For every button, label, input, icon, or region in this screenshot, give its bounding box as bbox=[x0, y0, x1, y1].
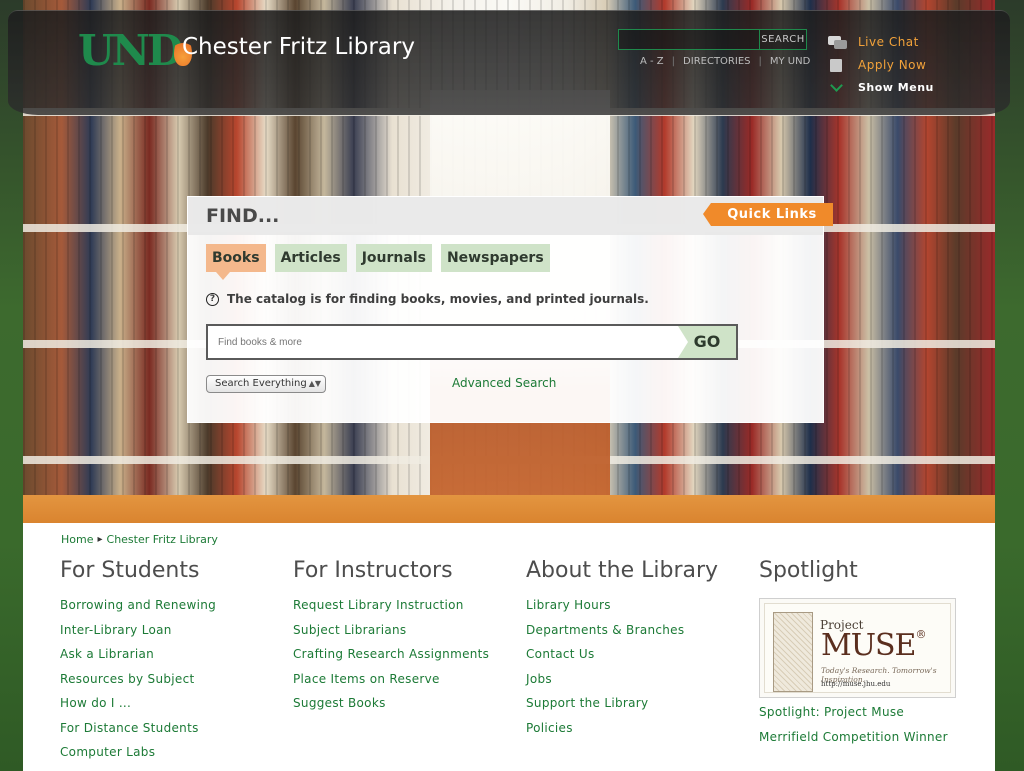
side-links: Live Chat Apply Now Show Menu bbox=[828, 30, 934, 99]
utility-link-my-und[interactable]: MY UND bbox=[762, 56, 818, 67]
catalog-search: GO bbox=[206, 324, 738, 360]
column-heading: For Students bbox=[60, 558, 200, 583]
tab-articles[interactable]: Articles bbox=[274, 244, 347, 272]
catalog-search-input[interactable] bbox=[208, 326, 678, 358]
link-policies[interactable]: Policies bbox=[526, 721, 746, 746]
breadcrumb-home[interactable]: Home bbox=[61, 533, 93, 546]
catalog-help-text: The catalog is for finding books, movies… bbox=[227, 292, 649, 306]
link-library-hours[interactable]: Library Hours bbox=[526, 598, 746, 623]
link-borrowing-renewing[interactable]: Borrowing and Renewing bbox=[60, 598, 280, 623]
search-scope-select[interactable]: Search Everything ▲▼ bbox=[206, 375, 326, 393]
link-departments-branches[interactable]: Departments & Branches bbox=[526, 623, 746, 648]
search-scope-value: Search Everything bbox=[215, 378, 307, 389]
utility-link-a-z[interactable]: A - Z bbox=[640, 56, 672, 67]
find-tabs: Books Articles Journals Newspapers bbox=[206, 244, 550, 280]
muse-line2: MUSE bbox=[821, 628, 916, 663]
chat-icon bbox=[828, 34, 848, 50]
link-resources-by-subject[interactable]: Resources by Subject bbox=[60, 672, 280, 697]
column-about-library: About the Library Library Hours Departme… bbox=[526, 558, 746, 745]
apply-now-link[interactable]: Apply Now bbox=[828, 53, 934, 76]
link-suggest-books[interactable]: Suggest Books bbox=[293, 696, 513, 721]
select-arrows-icon: ▲▼ bbox=[308, 379, 321, 388]
muse-logo-text: MUSE® bbox=[821, 628, 926, 663]
show-menu-toggle[interactable]: Show Menu bbox=[828, 76, 934, 99]
catalog-help: ? The catalog is for finding books, movi… bbox=[206, 292, 649, 306]
advanced-search-link[interactable]: Advanced Search bbox=[452, 376, 556, 390]
project-muse-frame: Project MUSE® Today's Research. Tomorrow… bbox=[764, 603, 951, 693]
utility-links: A - Z | DIRECTORIES | MY UND bbox=[640, 56, 818, 67]
site-title[interactable]: Chester Fritz Library bbox=[182, 34, 415, 60]
column-heading: For Instructors bbox=[293, 558, 453, 583]
link-spotlight-project-muse[interactable]: Spotlight: Project Muse bbox=[759, 705, 999, 730]
link-support-library[interactable]: Support the Library bbox=[526, 696, 746, 721]
breadcrumb: Home ▸ Chester Fritz Library bbox=[61, 533, 218, 546]
link-request-instruction[interactable]: Request Library Instruction bbox=[293, 598, 513, 623]
muse-illustration bbox=[773, 612, 813, 692]
find-title: FIND... bbox=[206, 205, 280, 227]
column-heading: About the Library bbox=[526, 558, 719, 583]
live-chat-link[interactable]: Live Chat bbox=[828, 30, 934, 53]
link-contact-us[interactable]: Contact Us bbox=[526, 647, 746, 672]
tab-books[interactable]: Books bbox=[206, 244, 266, 280]
und-logo[interactable]: UND bbox=[78, 28, 194, 74]
link-distance-students[interactable]: For Distance Students bbox=[60, 721, 280, 746]
breadcrumb-current[interactable]: Chester Fritz Library bbox=[107, 533, 218, 546]
utility-link-directories[interactable]: DIRECTORIES bbox=[675, 56, 758, 67]
link-inter-library-loan[interactable]: Inter-Library Loan bbox=[60, 623, 280, 648]
tab-newspapers[interactable]: Newspapers bbox=[440, 244, 550, 272]
link-computer-labs[interactable]: Computer Labs bbox=[60, 745, 280, 770]
site-search-input[interactable] bbox=[619, 30, 759, 49]
quick-links-button[interactable]: Quick Links bbox=[703, 203, 833, 226]
tab-journals[interactable]: Journals bbox=[355, 244, 432, 272]
link-merrifield-winner[interactable]: Merrifield Competition Winner bbox=[759, 730, 999, 755]
project-muse-image[interactable]: Project MUSE® Today's Research. Tomorrow… bbox=[759, 598, 956, 698]
apply-icon bbox=[828, 57, 848, 73]
link-place-reserve[interactable]: Place Items on Reserve bbox=[293, 672, 513, 697]
link-crafting-research[interactable]: Crafting Research Assignments bbox=[293, 647, 513, 672]
column-for-students: For Students Borrowing and Renewing Inte… bbox=[60, 558, 280, 770]
breadcrumb-separator-icon: ▸ bbox=[97, 534, 103, 545]
column-for-instructors: For Instructors Request Library Instruct… bbox=[293, 558, 513, 721]
live-chat-label: Live Chat bbox=[858, 34, 919, 49]
apply-now-label: Apply Now bbox=[858, 57, 927, 72]
column-spotlight: Spotlight Project MUSE® Today's Research… bbox=[759, 558, 999, 754]
link-ask-a-librarian[interactable]: Ask a Librarian bbox=[60, 647, 280, 672]
und-logo-text: UND bbox=[78, 26, 183, 75]
hero-floor-band bbox=[23, 495, 995, 525]
link-subject-librarians[interactable]: Subject Librarians bbox=[293, 623, 513, 648]
site-search-button[interactable]: SEARCH bbox=[759, 30, 806, 49]
column-heading: Spotlight bbox=[759, 558, 858, 583]
chevron-down-icon bbox=[828, 80, 848, 96]
muse-url: http://muse.jhu.edu bbox=[821, 680, 891, 688]
link-jobs[interactable]: Jobs bbox=[526, 672, 746, 697]
muse-reg: ® bbox=[915, 628, 926, 641]
site-search: SEARCH bbox=[618, 29, 807, 50]
help-icon[interactable]: ? bbox=[206, 292, 219, 306]
go-button[interactable]: GO bbox=[678, 326, 736, 358]
show-menu-label: Show Menu bbox=[858, 81, 934, 94]
link-how-do-i[interactable]: How do I ... bbox=[60, 696, 280, 721]
